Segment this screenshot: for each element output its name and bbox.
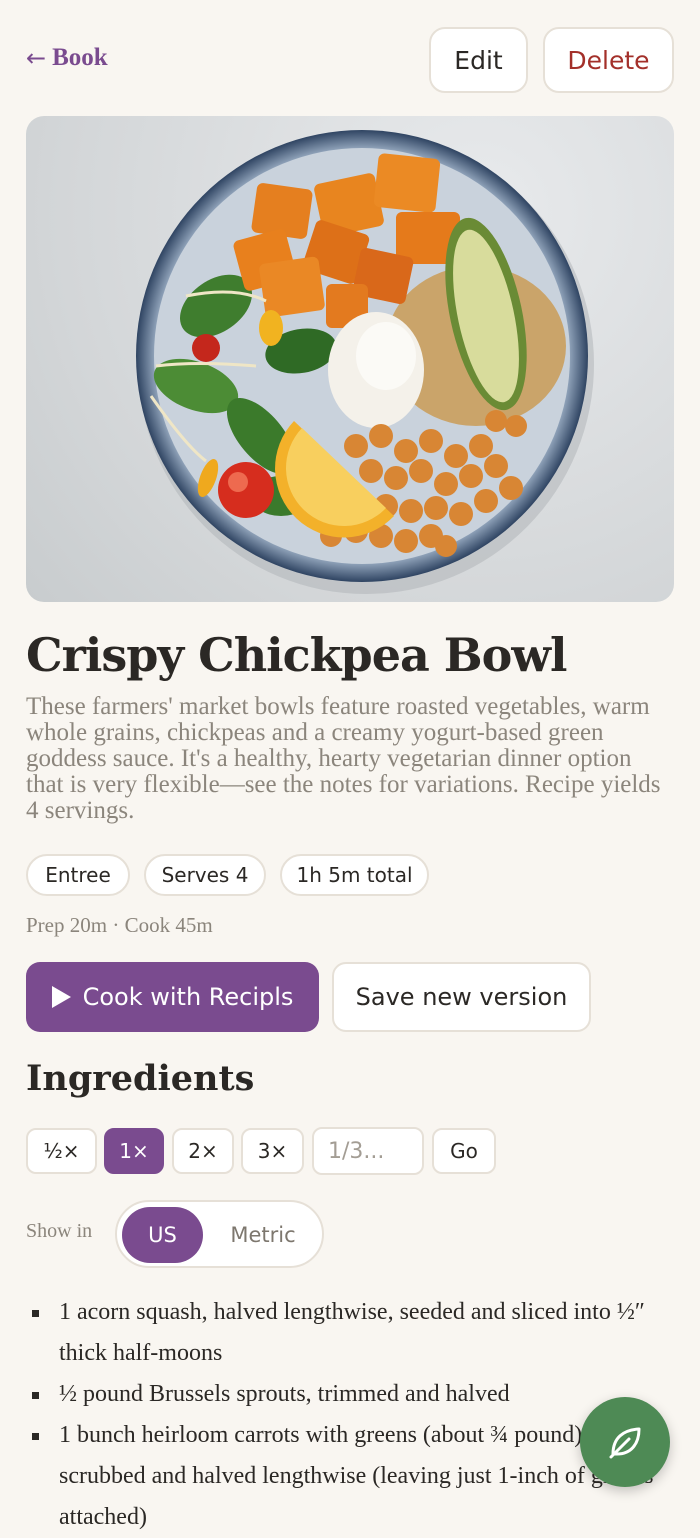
scale-1x-button[interactable]: 1× xyxy=(104,1128,164,1174)
cook-with-recipls-button[interactable]: Cook with Recipls xyxy=(26,962,319,1032)
ingredient-item: 1 acorn squash, halved lengthwise, seede… xyxy=(26,1292,666,1374)
delete-button[interactable]: Delete xyxy=(543,27,674,93)
tag-course: Entree xyxy=(26,854,130,896)
tag-servings: Serves 4 xyxy=(144,854,266,896)
show-in-label: Show in xyxy=(26,1220,93,1242)
prep-cook-times: Prep 20m · Cook 45m xyxy=(26,913,213,937)
bullet-icon xyxy=(32,1310,39,1317)
edit-button[interactable]: Edit xyxy=(429,27,528,93)
tag-total-time: 1h 5m total xyxy=(280,854,429,896)
scale-go-button[interactable]: Go xyxy=(432,1128,496,1174)
save-new-version-button[interactable]: Save new version xyxy=(332,962,591,1032)
bullet-icon xyxy=(32,1392,39,1399)
ingredients-heading: Ingredients xyxy=(26,1058,255,1099)
custom-scale-input[interactable] xyxy=(312,1127,424,1175)
scale-2x-button[interactable]: 2× xyxy=(172,1128,234,1174)
assistant-fab-button[interactable] xyxy=(580,1397,670,1487)
unit-us-option[interactable]: US xyxy=(122,1207,203,1263)
bullet-icon xyxy=(32,1433,39,1440)
ingredient-item: ½ pound Brussels sprouts, trimmed and ha… xyxy=(26,1374,666,1415)
unit-metric-option[interactable]: Metric xyxy=(211,1207,315,1263)
recipe-title: Crispy Chickpea Bowl xyxy=(26,628,567,682)
back-link-label: Book xyxy=(52,44,108,71)
play-icon xyxy=(51,986,71,1008)
ingredient-item: 1 bunch heirloom carrots with greens (ab… xyxy=(26,1415,666,1538)
recipe-description: These farmers' market bowls feature roas… xyxy=(26,693,661,824)
back-arrow-icon: ← xyxy=(26,44,47,72)
scale-half-button[interactable]: ½× xyxy=(26,1128,97,1174)
leaf-icon xyxy=(609,1427,641,1459)
ingredient-list: 1 acorn squash, halved lengthwise, seede… xyxy=(26,1292,666,1538)
unit-toggle: US Metric xyxy=(115,1200,324,1268)
scale-3x-button[interactable]: 3× xyxy=(241,1128,304,1174)
recipe-photo xyxy=(26,116,674,602)
cook-button-label: Cook with Recipls xyxy=(82,983,294,1011)
back-to-book-link[interactable]: ← Book xyxy=(26,44,108,72)
